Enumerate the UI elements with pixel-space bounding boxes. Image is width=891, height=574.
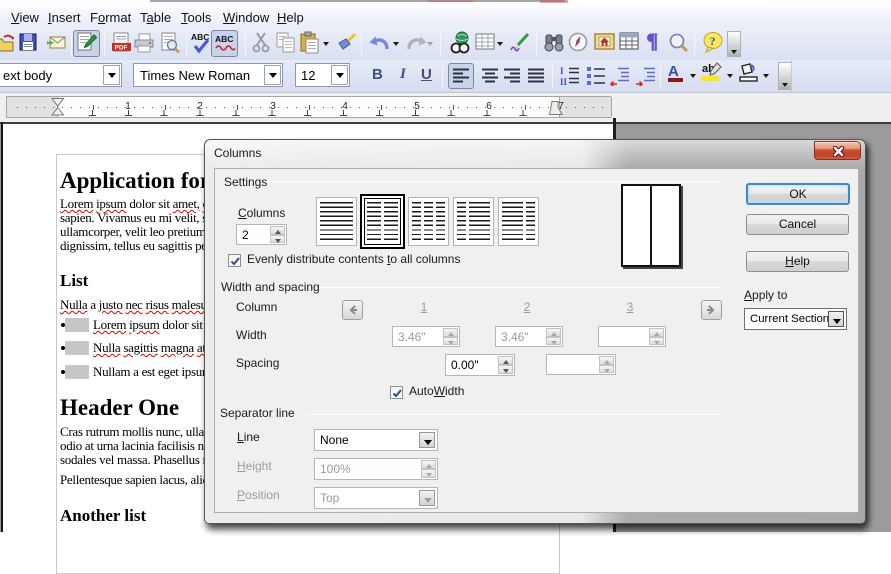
svg-text:PDF: PDF [115, 45, 128, 52]
svg-text:?: ? [710, 34, 716, 48]
svg-text:ABC: ABC [215, 34, 233, 44]
svg-text:II: II [560, 77, 568, 86]
svg-text:I: I [560, 66, 564, 76]
